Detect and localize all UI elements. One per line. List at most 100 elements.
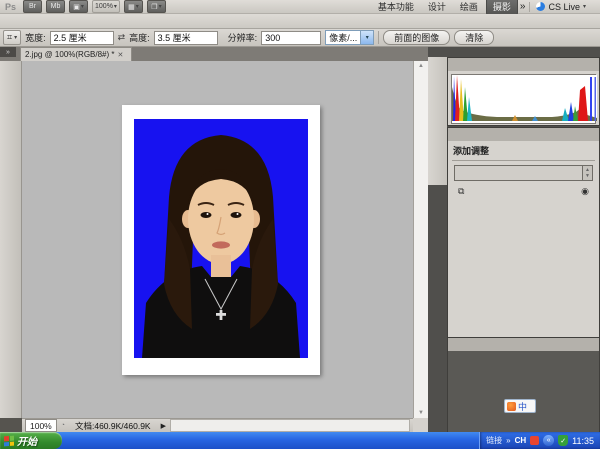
crop-icon: ⌗ xyxy=(7,32,12,43)
zoom-level-dropdown-glyph: 100% xyxy=(95,3,113,10)
application-bar: Ps BrMb▣▾100%▾▦▾❐▾ 基本功能设计绘画摄影» CS Live ▾ xyxy=(0,0,600,14)
swap-dimensions-icon[interactable]: ⇄ xyxy=(118,32,126,43)
document-tab-title: 2.jpg @ 100%(RGB/8#) * xyxy=(25,50,115,59)
cs-live-label: CS Live xyxy=(548,2,580,12)
cs-live-button[interactable]: CS Live ▾ xyxy=(529,2,592,12)
chevron-down-icon: ▾ xyxy=(81,3,84,10)
height-label: 高度: xyxy=(129,31,150,44)
ime-tray-icon[interactable] xyxy=(530,436,539,445)
lock-icon: ◔ xyxy=(61,422,65,429)
chevron-down-icon: ▾ xyxy=(360,31,373,44)
divider xyxy=(378,31,379,44)
mini-bridge-button-glyph: Mb xyxy=(51,3,61,10)
view-extras-button-glyph: ▦ xyxy=(128,3,135,11)
photo[interactable] xyxy=(134,119,308,358)
scroll-up-icon[interactable]: ▲ xyxy=(418,63,424,69)
windows-logo-icon xyxy=(4,435,14,446)
resolution-unit-value: 像素/... xyxy=(329,31,357,44)
tools-panel xyxy=(0,61,22,432)
adjustments-footer: ⧉ ◉ xyxy=(448,181,599,197)
language-indicator[interactable]: CH xyxy=(515,436,527,445)
width-label: 宽度: xyxy=(25,31,46,44)
sogou-icon xyxy=(507,402,516,411)
status-bar: 100% ◔ 文档:460.9K/460.9K ▶ xyxy=(22,418,413,432)
add-adjustment-label: 添加调整 xyxy=(448,141,599,159)
histogram-panel xyxy=(447,57,600,126)
ime-floating-widget[interactable]: 中 xyxy=(504,399,536,413)
toolbar-collapse-button[interactable]: » xyxy=(0,47,16,57)
mini-bridge-button[interactable]: Mb xyxy=(46,0,65,13)
chevron-down-icon: ▾ xyxy=(159,3,162,10)
layers-panel-content xyxy=(448,351,599,433)
bridge-button[interactable]: Br xyxy=(23,0,42,13)
preset-scrollbar[interactable]: ▲ ▼ xyxy=(583,165,593,181)
arrange-documents-button[interactable]: ▣▾ xyxy=(69,0,88,13)
chevron-down-icon: ▾ xyxy=(136,3,139,10)
links-toolbar-label[interactable]: 链接 xyxy=(486,435,502,446)
document-tab[interactable]: 2.jpg @ 100%(RGB/8#) * ✕ xyxy=(20,47,132,61)
workspace-button[interactable]: 摄影 xyxy=(486,0,518,15)
adjustments-panel-tabs xyxy=(448,128,599,141)
resolution-input[interactable]: 300 xyxy=(261,31,321,45)
clear-button[interactable]: 清除 xyxy=(454,30,494,45)
height-input[interactable]: 3.5 厘米 xyxy=(154,31,218,45)
system-tray: 链接 » CH « ✓ 11:35 xyxy=(479,432,600,449)
workspace-switcher: 基本功能设计绘画摄影» xyxy=(372,0,526,15)
document-size-status: 文档:460.9K/460.9K xyxy=(69,420,157,432)
workspace-button[interactable]: 基本功能 xyxy=(372,0,420,14)
layers-panel-tabs xyxy=(448,338,599,351)
close-icon[interactable]: ✕ xyxy=(118,51,124,59)
portrait-illustration xyxy=(134,119,308,358)
ime-mode-label: 中 xyxy=(518,400,527,413)
chevron-down-icon: ▾ xyxy=(583,3,586,10)
tool-options-bar: ⌗ ▾ 宽度: 2.5 厘米 ⇄ 高度: 3.5 厘米 分辨率: 300 像素/… xyxy=(0,29,600,47)
histogram-display xyxy=(451,74,596,124)
antivirus-shield-icon[interactable]: ✓ xyxy=(558,435,568,446)
tray-collapse-icon[interactable]: « xyxy=(543,435,554,446)
visibility-icon[interactable]: ◉ xyxy=(581,186,589,197)
layers-panel xyxy=(447,337,600,432)
links-overflow-icon[interactable]: » xyxy=(506,436,510,445)
vertical-scrollbar[interactable]: ▲ ▼ xyxy=(413,61,428,418)
front-image-button[interactable]: 前面的图像 xyxy=(383,30,450,45)
chevron-down-icon: ▾ xyxy=(114,3,117,10)
clock: 11:35 xyxy=(572,436,594,446)
bridge-button-glyph: Br xyxy=(29,3,36,10)
scroll-down-icon[interactable]: ▼ xyxy=(585,173,590,179)
photoshop-window: Ps BrMb▣▾100%▾▦▾❐▾ 基本功能设计绘画摄影» CS Live ▾… xyxy=(0,0,600,449)
horizontal-scrollbar[interactable] xyxy=(170,419,410,432)
view-extras-button[interactable]: ▦▾ xyxy=(124,0,143,13)
arrange-documents-button-glyph: ▣ xyxy=(73,3,80,11)
divider xyxy=(452,160,595,161)
zoom-level-field[interactable]: 100% xyxy=(25,419,57,432)
preset-list xyxy=(454,165,583,181)
crop-tool-preset[interactable]: ⌗ ▾ xyxy=(3,30,21,45)
scroll-down-icon[interactable]: ▼ xyxy=(418,410,424,416)
expanded-view-icon[interactable]: ⧉ xyxy=(458,186,464,197)
screen-mode-button[interactable]: ❐▾ xyxy=(147,0,166,13)
histogram-graph xyxy=(452,75,597,121)
chevron-down-icon: ▾ xyxy=(14,34,17,41)
status-menu-arrow-icon[interactable]: ▶ xyxy=(161,422,166,430)
menu-bar xyxy=(0,14,600,29)
preset-listbox: ▲ ▼ xyxy=(454,165,593,181)
photoshop-logo: Ps xyxy=(2,2,19,12)
collapsed-panel-strip xyxy=(428,57,447,185)
app-bar-buttons: BrMb▣▾100%▾▦▾❐▾ xyxy=(23,0,166,13)
width-input[interactable]: 2.5 厘米 xyxy=(50,31,114,45)
windows-taskbar: 开始 链接 » CH « ✓ 11:35 xyxy=(0,432,600,449)
workspace-button[interactable]: 设计 xyxy=(422,0,452,14)
workspace-overflow-icon[interactable]: » xyxy=(520,1,526,12)
toolbar-footer xyxy=(0,418,22,432)
document-canvas[interactable] xyxy=(122,105,320,375)
zoom-level-dropdown[interactable]: 100%▾ xyxy=(92,0,120,13)
start-label: 开始 xyxy=(17,433,37,448)
document-tab-bar: » 2.jpg @ 100%(RGB/8#) * ✕ xyxy=(0,47,428,61)
start-button[interactable]: 开始 xyxy=(0,432,62,449)
panel-dock: 添加调整 ▲ ▼ ⧉ ◉ xyxy=(428,47,600,432)
histogram-panel-tabs xyxy=(448,58,599,71)
workspace-button[interactable]: 绘画 xyxy=(454,0,484,14)
resolution-unit-dropdown[interactable]: 像素/... ▾ xyxy=(325,30,374,45)
screen-mode-button-glyph: ❐ xyxy=(151,3,157,11)
canvas-area[interactable] xyxy=(22,61,413,418)
